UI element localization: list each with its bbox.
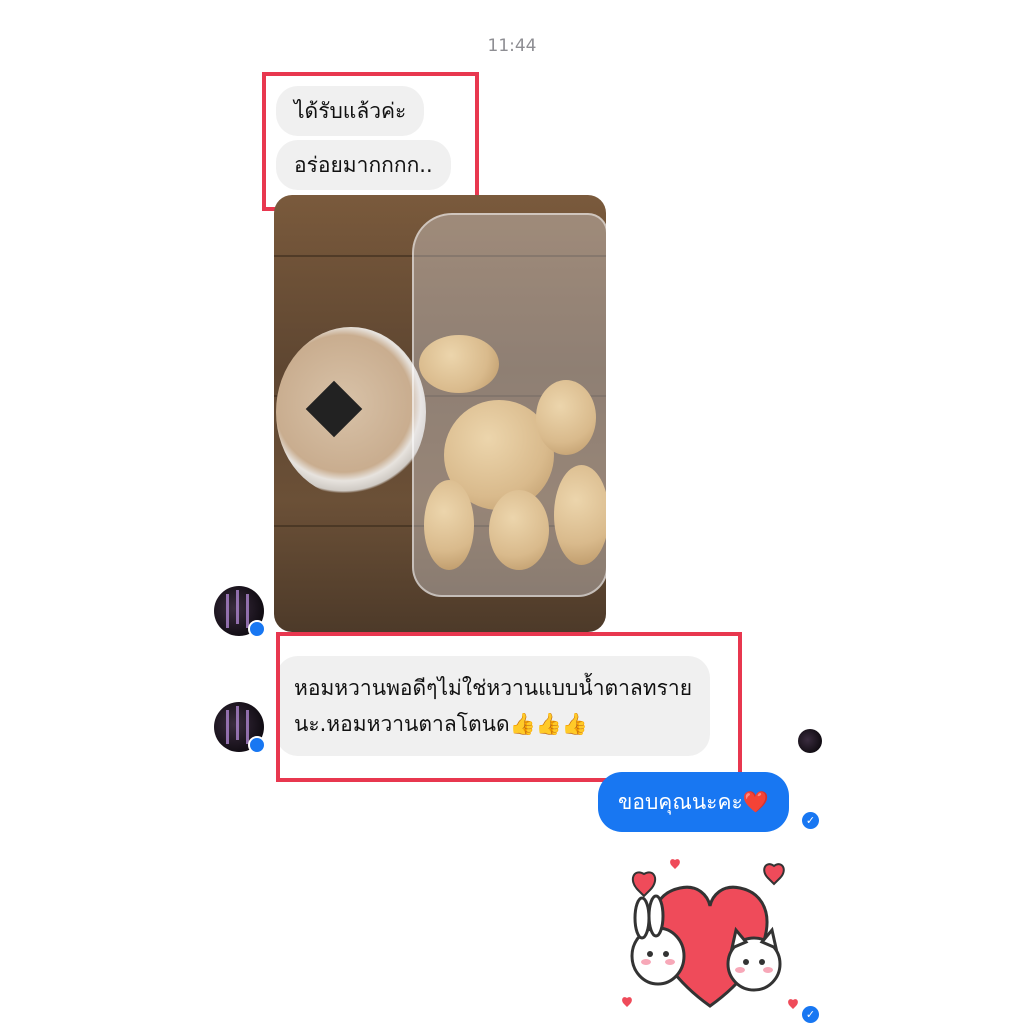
avatar-detail bbox=[226, 710, 229, 744]
palm-cake bbox=[424, 480, 474, 570]
read-receipt-avatar bbox=[798, 729, 822, 753]
check-icon: ✓ bbox=[802, 812, 819, 829]
palm-cake bbox=[419, 335, 499, 393]
brand-label bbox=[305, 380, 363, 438]
palm-cake bbox=[554, 465, 606, 565]
messenger-icon bbox=[248, 620, 266, 638]
check-icon: ✓ bbox=[802, 1006, 819, 1023]
highlight-box-2 bbox=[276, 632, 742, 782]
outgoing-message[interactable]: ขอบคุณนะคะ❤️ bbox=[598, 772, 789, 832]
avatar-detail bbox=[236, 706, 239, 740]
dessert-tub bbox=[276, 327, 426, 497]
palm-cake bbox=[489, 490, 549, 570]
avatar-detail bbox=[226, 594, 229, 628]
message-timestamp: 11:44 bbox=[487, 36, 537, 56]
messenger-icon bbox=[248, 736, 266, 754]
avatar-detail bbox=[246, 594, 249, 628]
heart-bunnies-sticker[interactable] bbox=[620, 856, 800, 1024]
palm-cake bbox=[536, 380, 596, 455]
avatar-detail bbox=[236, 590, 239, 624]
photo-message[interactable] bbox=[274, 195, 606, 632]
highlight-box-1 bbox=[262, 72, 479, 211]
avatar-detail bbox=[246, 710, 249, 744]
